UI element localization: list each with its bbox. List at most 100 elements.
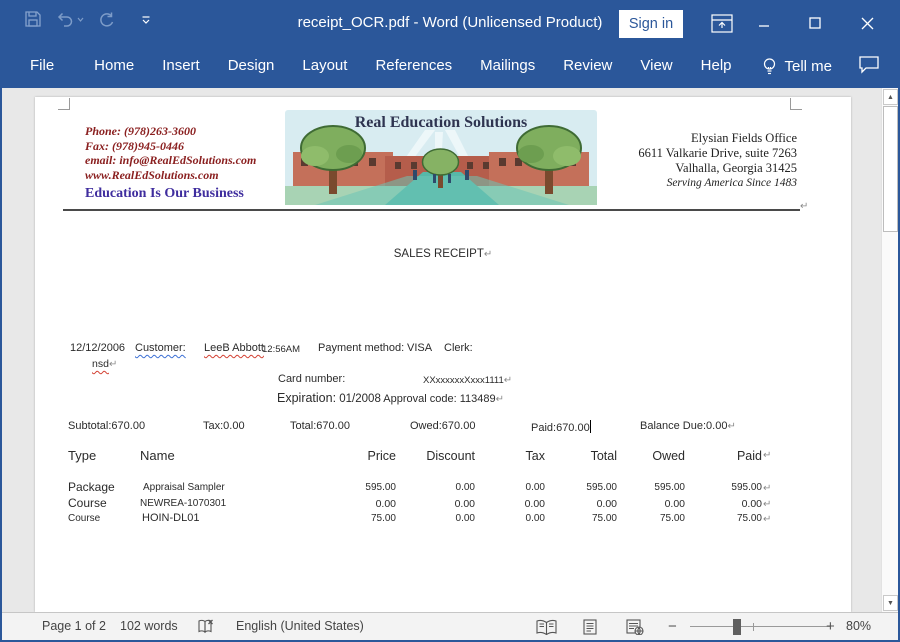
summary-paid-line: Paid:670.00 [531, 420, 591, 434]
proofing-book-icon [198, 619, 214, 634]
ribbon-display-options-button[interactable] [707, 11, 737, 35]
word-window: receipt_OCR.pdf - Word (Unlicensed Produ… [0, 0, 900, 642]
close-button[interactable] [850, 8, 884, 38]
receipt-time: 12:56AM [262, 344, 300, 355]
comment-icon [858, 55, 880, 74]
letterhead-address-block: Elysian Fields Office 6611 Valkarie Driv… [638, 131, 797, 191]
col-header-paid: Paid [682, 449, 762, 463]
tab-insert[interactable]: Insert [148, 44, 214, 88]
row3-name: HOIN-DL01 [142, 512, 199, 524]
read-mode-button[interactable] [536, 619, 557, 638]
zoom-100-tick [753, 623, 754, 631]
row2-paid: 0.00 [682, 498, 762, 510]
receipt-title-line: SALES RECEIPT↵ [35, 248, 851, 260]
document-page[interactable]: Phone: (978)263-3600 Fax: (978)945-0446 … [35, 97, 851, 612]
city-line: Valhalla, Georgia 31425 [638, 161, 797, 176]
tab-file[interactable]: File [16, 44, 68, 88]
col-header-tax: Tax [465, 449, 545, 463]
tab-review[interactable]: Review [549, 44, 626, 88]
tell-me-label: Tell me [785, 58, 833, 75]
tab-design[interactable]: Design [214, 44, 289, 88]
zoom-out-button[interactable]: − [668, 613, 677, 640]
paragraph-mark: ↵ [763, 450, 771, 461]
text-cursor [590, 420, 591, 433]
tab-layout[interactable]: Layout [288, 44, 361, 88]
letterhead-divider [63, 209, 800, 211]
maximize-button[interactable] [798, 8, 832, 38]
scroll-down-button[interactable]: ▼ [883, 595, 898, 611]
language-indicator[interactable]: English (United States) [236, 613, 364, 640]
office-line: Elysian Fields Office [638, 131, 797, 146]
sign-in-button[interactable]: Sign in [619, 10, 683, 38]
customer-label: Customer: [135, 342, 186, 354]
expiration-line: Expiration: 01/2008 Approval code: 11348… [277, 389, 504, 407]
summary-owed: Owed:670.00 [410, 420, 475, 432]
expiration-label: Expiration: [277, 391, 336, 405]
print-layout-icon [582, 619, 598, 635]
payment-method-value: VISA [407, 342, 432, 354]
status-bar: Page 1 of 2 102 words English (United St… [2, 612, 898, 640]
page-indicator[interactable]: Page 1 of 2 [42, 613, 106, 640]
zoom-in-button[interactable]: + [826, 613, 835, 640]
receipt-date: 12/12/2006 [70, 342, 125, 354]
zoom-level[interactable]: 80% [846, 613, 871, 640]
tell-me-button[interactable]: Tell me [762, 57, 833, 76]
row3-tax: 0.00 [465, 513, 545, 524]
col-header-discount: Discount [395, 449, 475, 463]
paragraph-mark: ↵ [763, 514, 771, 525]
clerk-note-line: nsd↵ [92, 358, 117, 370]
margin-crop-mark-right [790, 98, 802, 110]
scrollbar-thumb[interactable] [883, 106, 898, 232]
read-mode-icon [536, 619, 557, 635]
summary-balance-line: Balance Due:0.00↵ [640, 420, 736, 432]
row1-price: 595.00 [316, 482, 396, 493]
tab-mailings[interactable]: Mailings [466, 44, 549, 88]
web-line: www.RealEdSolutions.com [85, 168, 256, 183]
paragraph-mark: ↵ [800, 201, 808, 212]
street-line: 6611 Valkarie Drive, suite 7263 [638, 146, 797, 161]
row2-owed: 0.00 [605, 498, 685, 510]
scroll-up-button[interactable]: ▲ [883, 89, 898, 105]
row3-paid: 75.00 [682, 513, 762, 524]
row2-type: Course [68, 496, 107, 510]
row1-paid: 595.00 [682, 482, 762, 493]
row1-owed: 595.00 [605, 482, 685, 493]
approval-label: Approval code: [383, 393, 456, 405]
paragraph-mark: ↵ [496, 394, 504, 405]
word-count[interactable]: 102 words [120, 613, 178, 640]
approval-value: 113489 [460, 393, 496, 405]
row3-type: Course [68, 513, 100, 524]
row3-discount: 0.00 [395, 513, 475, 524]
letterhead-contact-block: Phone: (978)263-3600 Fax: (978)945-0446 … [85, 124, 256, 202]
tab-references[interactable]: References [361, 44, 466, 88]
tab-help[interactable]: Help [687, 44, 746, 88]
minimize-button[interactable] [747, 8, 781, 38]
card-number-line: XXxxxxxxXxxx1111↵ [423, 375, 512, 386]
document-area: Phone: (978)263-3600 Fax: (978)945-0446 … [2, 88, 898, 612]
summary-tax: Tax:0.00 [203, 420, 245, 432]
paragraph-mark: ↵ [727, 421, 735, 432]
col-header-type: Type [68, 448, 96, 463]
zoom-slider-handle[interactable] [733, 619, 741, 635]
row3-price: 75.00 [316, 513, 396, 524]
tab-view[interactable]: View [626, 44, 686, 88]
paragraph-mark: ↵ [109, 359, 117, 370]
print-layout-button[interactable] [582, 619, 598, 638]
web-layout-icon [626, 619, 644, 635]
title-bar: receipt_OCR.pdf - Word (Unlicensed Produ… [2, 2, 898, 44]
row2-discount: 0.00 [395, 498, 475, 510]
row1-name: Appraisal Sampler [143, 482, 225, 493]
row1-tax: 0.00 [465, 482, 545, 493]
tab-home[interactable]: Home [80, 44, 148, 88]
summary-total: Total:670.00 [290, 420, 350, 432]
proofing-errors-button[interactable] [198, 619, 214, 637]
comments-button[interactable] [858, 55, 880, 79]
customer-name: LeeB Abbott [204, 342, 264, 354]
email-line: email: info@RealEdSolutions.com [85, 153, 256, 168]
paragraph-mark: ↵ [484, 249, 492, 260]
zoom-slider-track[interactable] [690, 626, 830, 627]
web-layout-button[interactable] [626, 619, 644, 638]
tagline: Education Is Our Business [85, 187, 256, 202]
vertical-scrollbar[interactable]: ▲ ▼ [881, 88, 898, 612]
lightbulb-icon [762, 57, 777, 76]
